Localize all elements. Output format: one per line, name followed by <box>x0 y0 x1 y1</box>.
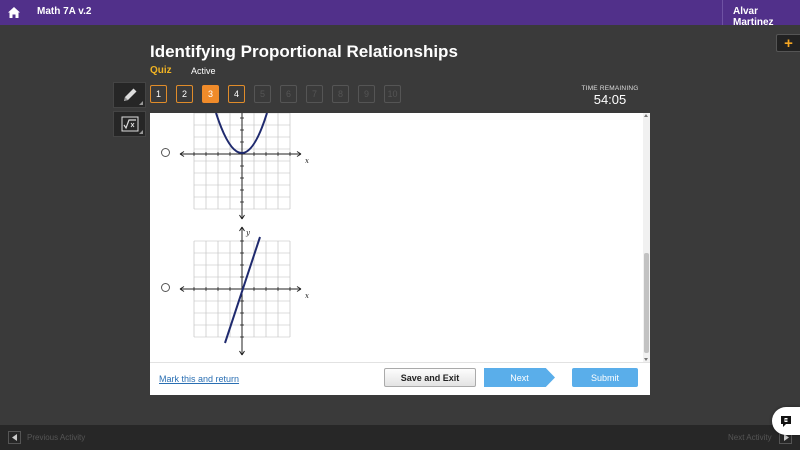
content-scrollbar[interactable] <box>643 113 650 362</box>
topbar-divider <box>722 0 723 25</box>
answer-option-radio[interactable] <box>161 283 170 292</box>
submit-button[interactable]: Submit <box>572 368 638 387</box>
bottom-bar: Previous Activity Next Activity <box>0 425 800 450</box>
chat-widget-icon <box>781 416 791 427</box>
answer-graph: x <box>179 113 309 220</box>
answer-graph: y x <box>179 226 309 356</box>
next-button[interactable]: Next <box>484 368 555 387</box>
x-axis-label: x <box>305 157 309 165</box>
scroll-thumb[interactable] <box>644 253 649 353</box>
question-nav-6: 6 <box>280 85 297 103</box>
top-bar: Math 7A v.2 Alvar Martinez <box>0 0 800 28</box>
scroll-up-icon[interactable] <box>644 114 648 117</box>
question-nav-9: 9 <box>358 85 375 103</box>
previous-activity-button[interactable] <box>8 431 21 444</box>
user-name[interactable]: Alvar Martinez <box>733 6 800 28</box>
action-bar: Mark this and return Save and Exit Next … <box>150 362 650 395</box>
save-and-exit-button[interactable]: Save and Exit <box>384 368 476 387</box>
next-activity-label[interactable]: Next Activity <box>728 433 772 442</box>
question-nav-2[interactable]: 2 <box>176 85 193 103</box>
calculator-icon <box>121 116 138 132</box>
pencil-tool-button[interactable] <box>113 82 146 108</box>
timer-label: TIME REMAINING <box>581 85 639 92</box>
chevron-right-icon <box>783 434 789 441</box>
page-title: Identifying Proportional Relationships <box>150 42 458 61</box>
question-content: x y x <box>150 113 650 395</box>
expand-panel-button[interactable]: + <box>776 34 800 52</box>
activity-status: Active <box>191 66 216 76</box>
question-nav-3[interactable]: 3 <box>202 85 219 103</box>
activity-type-label: Quiz <box>150 65 172 76</box>
scroll-down-icon[interactable] <box>644 358 648 361</box>
answer-option-radio[interactable] <box>161 148 170 157</box>
y-axis-label: y <box>245 229 251 237</box>
help-widget-button[interactable] <box>772 407 800 435</box>
question-nav-7: 7 <box>306 85 323 103</box>
pencil-icon <box>123 88 136 101</box>
question-nav-10: 10 <box>384 85 401 103</box>
plus-icon: + <box>784 34 793 52</box>
question-nav-5: 5 <box>254 85 271 103</box>
question-nav-8: 8 <box>332 85 349 103</box>
previous-activity-label[interactable]: Previous Activity <box>27 433 85 442</box>
timer-value: 54:05 <box>593 92 627 107</box>
mark-and-return-link[interactable]: Mark this and return <box>159 374 239 384</box>
question-nav-1[interactable]: 1 <box>150 85 167 103</box>
x-axis-label: x <box>305 292 309 300</box>
home-button[interactable] <box>0 0 27 25</box>
calculator-tool-button[interactable] <box>113 111 146 137</box>
question-nav-4[interactable]: 4 <box>228 85 245 103</box>
course-title: Math 7A v.2 <box>37 6 92 17</box>
chevron-left-icon <box>11 434 17 441</box>
home-icon <box>7 7 20 18</box>
